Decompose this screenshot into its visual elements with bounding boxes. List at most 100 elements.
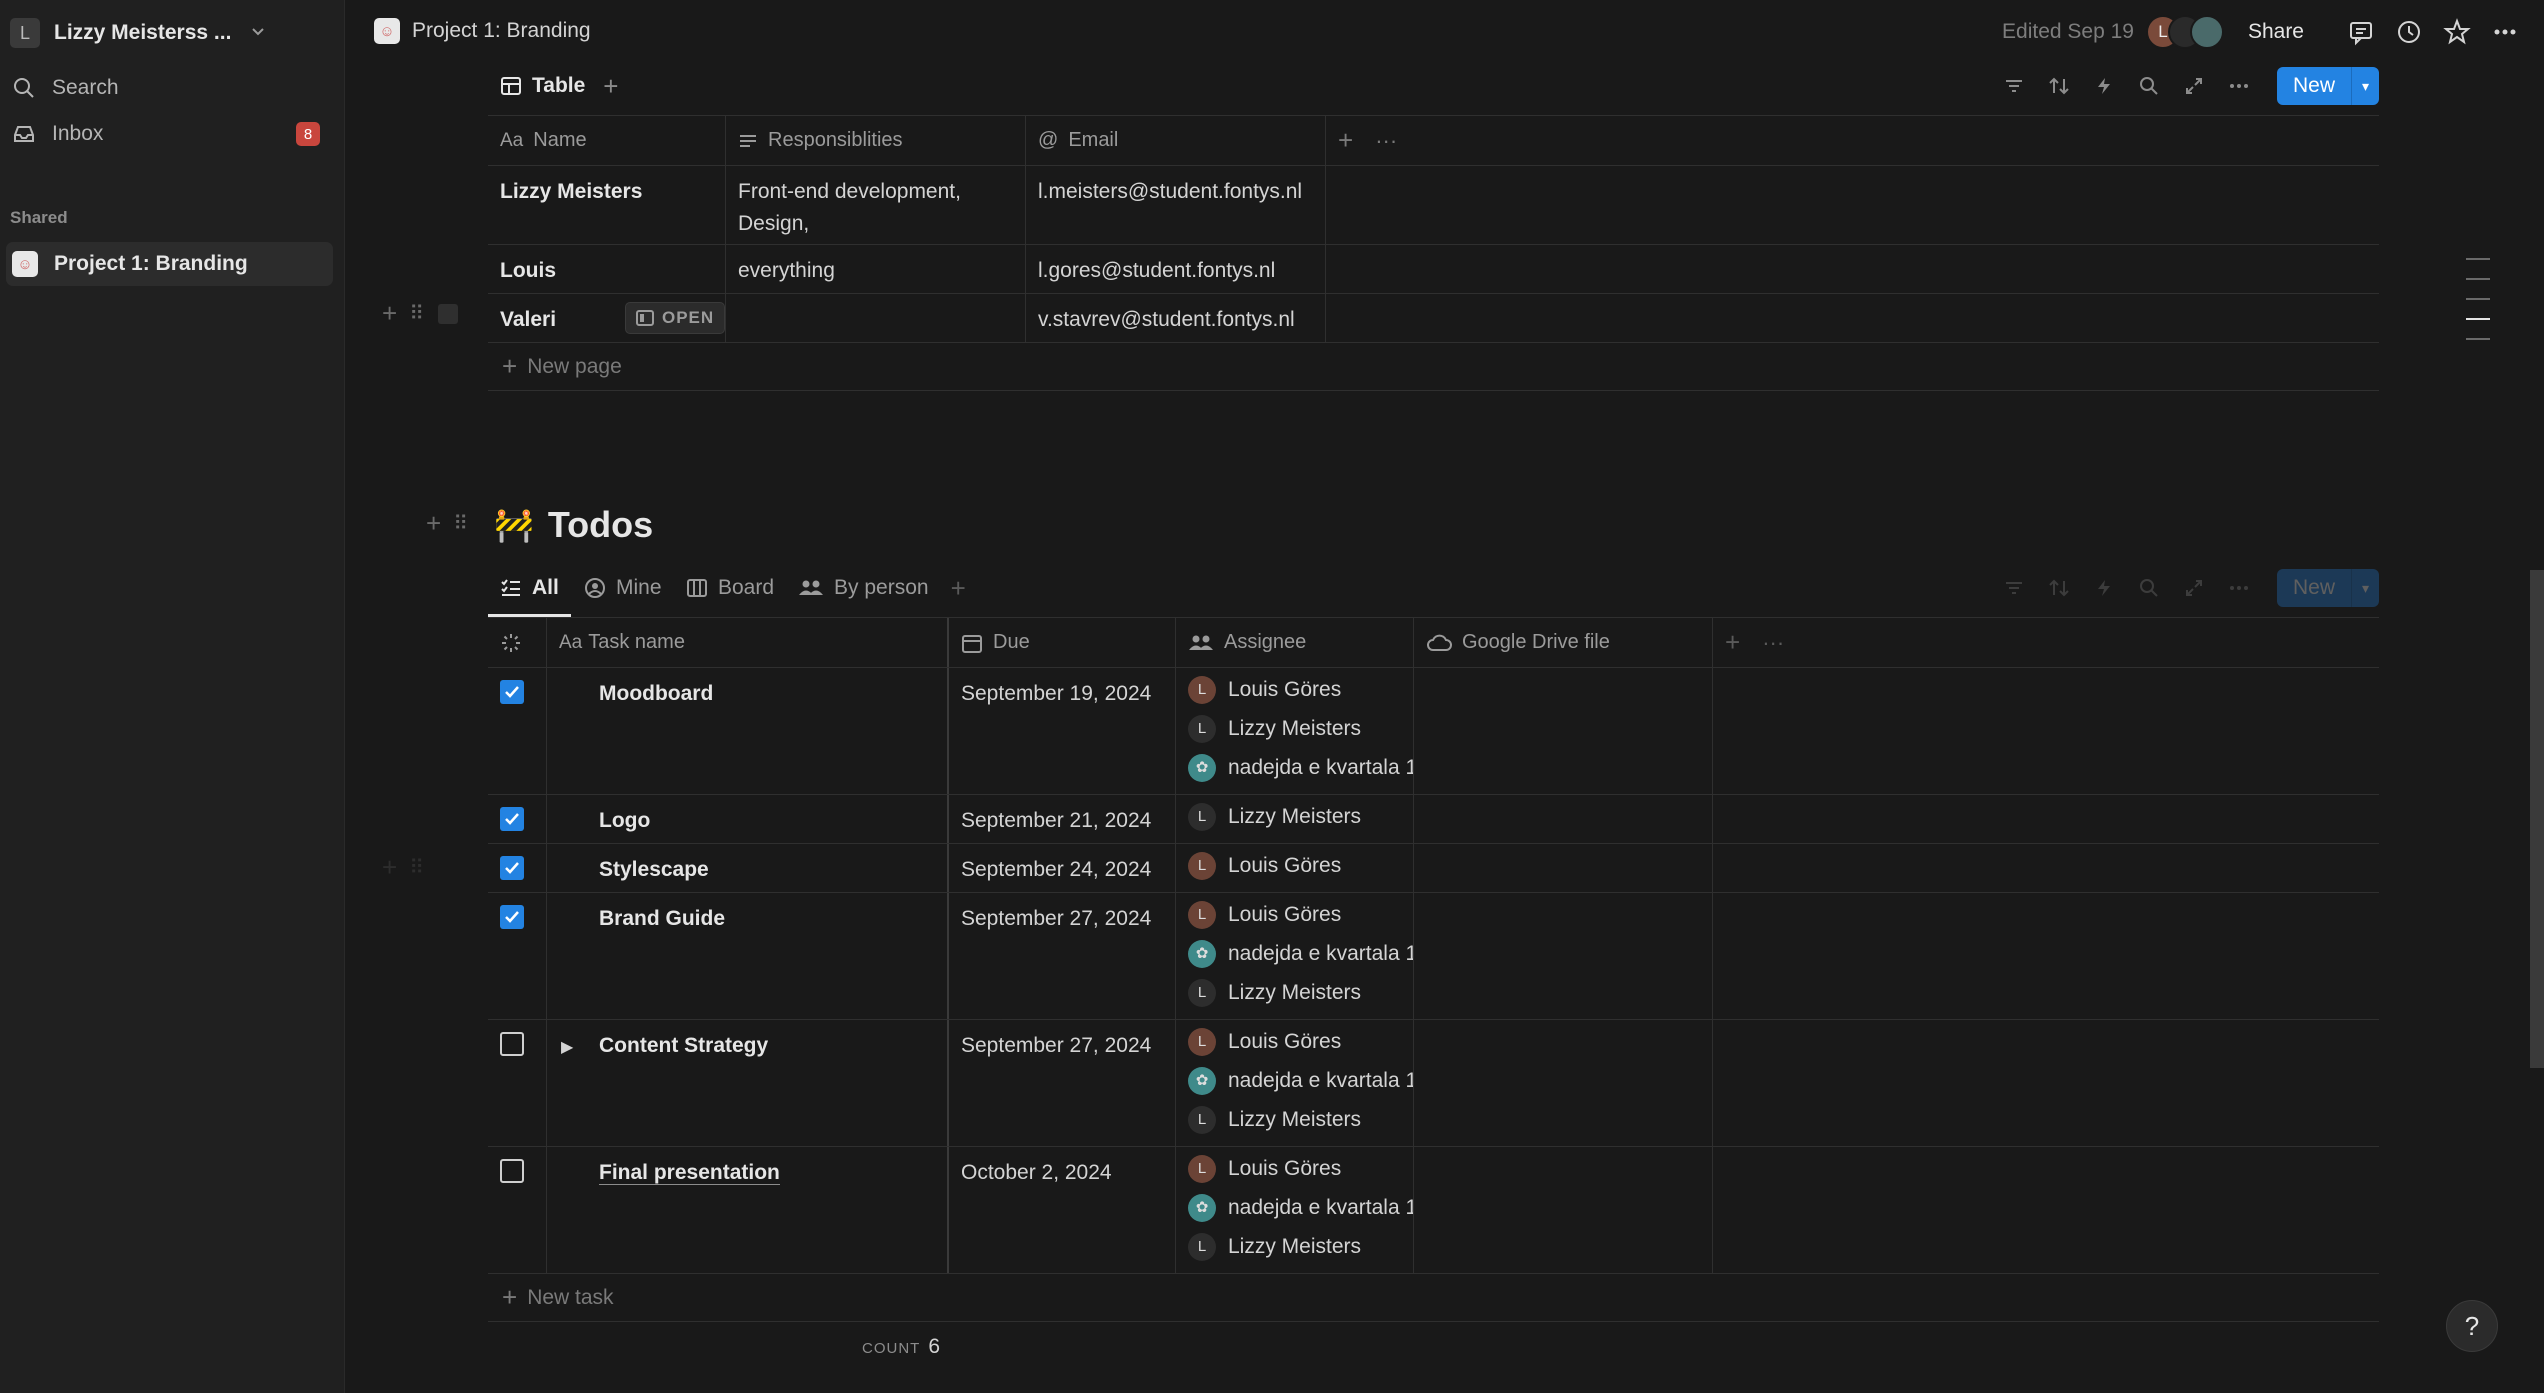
automation-icon[interactable] bbox=[2086, 570, 2122, 606]
cell-due[interactable]: September 27, 2024 bbox=[949, 893, 1176, 1019]
cell-email[interactable]: l.gores@student.fontys.nl bbox=[1026, 245, 1326, 293]
cell-google-drive[interactable] bbox=[1414, 893, 1713, 1019]
assignee[interactable]: L Louis Göres bbox=[1188, 1149, 1401, 1188]
cell-task-name[interactable]: Logo bbox=[547, 795, 949, 843]
add-view-icon[interactable]: + bbox=[603, 71, 618, 102]
column-header-assignee[interactable]: Assignee bbox=[1176, 618, 1414, 667]
cell-assignee[interactable]: L Louis Göres ✿ nadejda e kvartala 19 L Lizzy… bbox=[1176, 893, 1414, 1019]
tab-by-person[interactable]: By person + bbox=[798, 568, 966, 608]
column-header-task-name[interactable]: Aa Task name bbox=[547, 618, 949, 667]
cell-name[interactable]: Valeri OPEN bbox=[488, 294, 726, 342]
drag-handle-icon[interactable]: ⠿ bbox=[453, 511, 468, 536]
add-column-button[interactable]: + ··· bbox=[1326, 116, 1426, 165]
edited-timestamp[interactable]: Edited Sep 19 bbox=[2002, 20, 2134, 44]
expand-icon[interactable] bbox=[2176, 570, 2212, 606]
more-icon[interactable]: ··· bbox=[1375, 128, 1397, 154]
table-row[interactable]: Valeri OPEN v.stavrev@student.fontys.nl bbox=[488, 294, 2379, 343]
cell-responsibilities[interactable] bbox=[726, 294, 1026, 342]
new-task-button[interactable]: + New task bbox=[488, 1274, 2379, 1322]
cell-task-name[interactable]: Brand Guide bbox=[547, 893, 949, 1019]
table-row[interactable]: Louis everything l.gores@student.fontys.… bbox=[488, 245, 2379, 294]
chevron-down-icon[interactable]: ▾ bbox=[2351, 67, 2379, 105]
table-of-contents[interactable] bbox=[2466, 258, 2490, 358]
task-checkbox[interactable] bbox=[500, 905, 524, 929]
filter-icon[interactable] bbox=[1996, 68, 2032, 104]
task-checkbox[interactable] bbox=[500, 1032, 524, 1056]
table-row[interactable]: Final presentation October 2, 2024 L Louis … bbox=[488, 1147, 2379, 1274]
assignee[interactable]: L Lizzy Meisters bbox=[1188, 1100, 1401, 1139]
cell-assignee[interactable]: L Louis Göres ✿ nadejda e kvartala 19 L Lizzy… bbox=[1176, 1147, 1414, 1273]
share-button[interactable]: Share bbox=[2248, 20, 2304, 44]
cell-google-drive[interactable] bbox=[1414, 844, 1713, 892]
breadcrumb[interactable]: ☺ Project 1: Branding bbox=[374, 18, 591, 44]
assignee[interactable]: L Lizzy Meisters bbox=[1188, 1227, 1401, 1266]
cell-done[interactable] bbox=[488, 1020, 547, 1146]
add-column-button[interactable]: + ··· bbox=[1713, 618, 1813, 667]
new-page-button[interactable]: + New page bbox=[488, 343, 2379, 391]
column-header-email[interactable]: @ Email bbox=[1026, 116, 1326, 165]
cell-email[interactable]: l.meisters@student.fontys.nl bbox=[1026, 166, 1326, 244]
cell-name[interactable]: Louis bbox=[488, 245, 726, 293]
assignee[interactable]: ✿ nadejda e kvartala 19 bbox=[1188, 1188, 1413, 1227]
cell-google-drive[interactable] bbox=[1414, 668, 1713, 794]
chevron-down-icon[interactable]: ▾ bbox=[2351, 569, 2379, 607]
assignee[interactable]: L Louis Göres bbox=[1188, 846, 1401, 885]
cell-assignee[interactable]: L Louis Göres bbox=[1176, 844, 1414, 892]
cell-done[interactable] bbox=[488, 1147, 547, 1273]
automation-icon[interactable] bbox=[2086, 68, 2122, 104]
cell-google-drive[interactable] bbox=[1414, 795, 1713, 843]
task-checkbox[interactable] bbox=[500, 856, 524, 880]
column-header-status[interactable] bbox=[488, 618, 547, 667]
workspace-switcher[interactable]: L Lizzy Meisterss ... bbox=[10, 14, 267, 52]
assignee[interactable]: L Lizzy Meisters bbox=[1188, 973, 1401, 1012]
star-icon[interactable] bbox=[2440, 15, 2474, 49]
cell-google-drive[interactable] bbox=[1414, 1147, 1713, 1273]
cell-due[interactable]: September 27, 2024 bbox=[949, 1020, 1176, 1146]
more-icon[interactable] bbox=[2488, 15, 2522, 49]
plus-icon[interactable]: + bbox=[382, 298, 397, 329]
table-row[interactable]: Logo September 21, 2024 L Lizzy Meisters bbox=[488, 795, 2379, 844]
column-header-google-drive[interactable]: Google Drive file bbox=[1414, 618, 1713, 667]
cell-assignee[interactable]: L Louis Göres ✿ nadejda e kvartala 19 L Lizzy… bbox=[1176, 1020, 1414, 1146]
expand-toggle-icon[interactable]: ▶ bbox=[561, 1032, 599, 1064]
help-button[interactable]: ? bbox=[2446, 1300, 2498, 1352]
filter-icon[interactable] bbox=[1996, 570, 2032, 606]
column-header-responsibilities[interactable]: Responsiblities bbox=[726, 116, 1026, 165]
scrollbar[interactable] bbox=[2530, 570, 2544, 1068]
cell-google-drive[interactable] bbox=[1414, 1020, 1713, 1146]
cell-due[interactable]: October 2, 2024 bbox=[949, 1147, 1176, 1273]
assignee[interactable]: ✿ nadejda e kvartala 19 bbox=[1188, 934, 1413, 973]
task-checkbox[interactable] bbox=[500, 807, 524, 831]
cell-task-name[interactable]: Final presentation bbox=[547, 1147, 949, 1273]
assignee[interactable]: ✿ nadejda e kvartala 19 bbox=[1188, 1061, 1413, 1100]
expand-icon[interactable] bbox=[2176, 68, 2212, 104]
assignee[interactable]: L Louis Göres bbox=[1188, 1022, 1401, 1061]
task-checkbox[interactable] bbox=[500, 1159, 524, 1183]
sidebar-item-inbox[interactable]: Inbox bbox=[10, 114, 103, 154]
cell-done[interactable] bbox=[488, 795, 547, 843]
new-button[interactable]: New ▾ bbox=[2276, 67, 2379, 105]
tab-all[interactable]: All bbox=[500, 568, 559, 608]
cell-assignee[interactable]: L Louis Göres L Lizzy Meisters ✿ nadejda e kv… bbox=[1176, 668, 1414, 794]
assignee[interactable]: L Louis Göres bbox=[1188, 895, 1401, 934]
cell-email[interactable]: v.stavrev@student.fontys.nl bbox=[1026, 294, 1326, 342]
table-row[interactable]: Moodboard September 19, 2024 L Louis Göres L… bbox=[488, 668, 2379, 795]
search-icon[interactable] bbox=[2131, 570, 2167, 606]
more-icon[interactable]: ··· bbox=[1762, 630, 1784, 656]
assignee[interactable]: L Lizzy Meisters bbox=[1188, 709, 1401, 748]
cell-task-name[interactable]: Stylescape bbox=[547, 844, 949, 892]
cell-responsibilities[interactable]: Front-end development, Design, bbox=[726, 166, 1026, 244]
row-checkbox[interactable] bbox=[437, 303, 458, 324]
cell-due[interactable]: September 24, 2024 bbox=[949, 844, 1176, 892]
cell-task-name[interactable]: Moodboard bbox=[547, 668, 949, 794]
cell-done[interactable] bbox=[488, 844, 547, 892]
table-row[interactable]: Brand Guide September 27, 2024 L Louis Göre… bbox=[488, 893, 2379, 1020]
cell-done[interactable] bbox=[488, 893, 547, 1019]
sidebar-item-search[interactable]: Search bbox=[10, 68, 119, 108]
task-checkbox[interactable] bbox=[500, 680, 524, 704]
table-row[interactable]: Stylescape September 24, 2024 L Louis Göres bbox=[488, 844, 2379, 893]
drag-handle-icon[interactable]: ⠿ bbox=[409, 301, 424, 326]
open-row-button[interactable]: OPEN bbox=[625, 302, 725, 334]
tab-table[interactable]: Table + bbox=[500, 66, 618, 106]
todos-heading[interactable]: 🚧 Todos bbox=[494, 504, 653, 546]
